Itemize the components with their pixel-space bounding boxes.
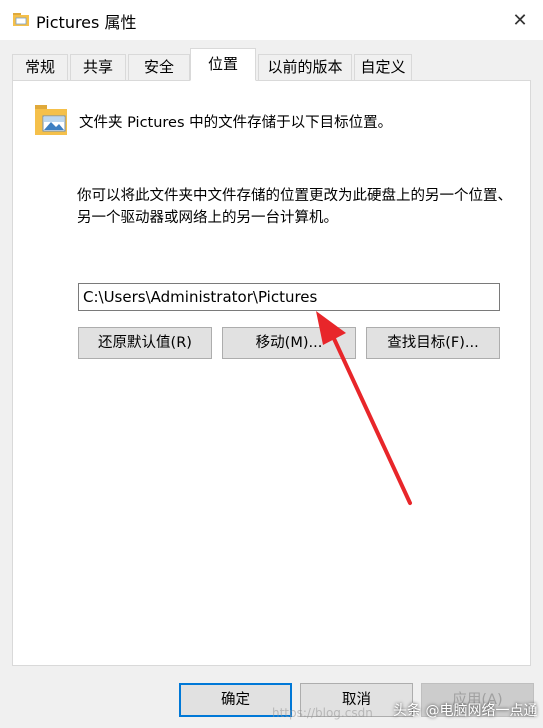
restore-default-button[interactable]: 还原默认值(R) xyxy=(78,327,212,359)
tab-previous-versions[interactable]: 以前的版本 xyxy=(258,54,352,80)
tab-security[interactable]: 安全 xyxy=(128,54,190,80)
watermark-label: 头条 @电脑网络一点通 xyxy=(393,703,538,719)
close-icon: ✕ xyxy=(512,9,528,31)
tab-general[interactable]: 常规 xyxy=(12,54,68,80)
move-button[interactable]: 移动(M)... xyxy=(222,327,356,359)
close-button[interactable]: ✕ xyxy=(497,0,543,40)
location-heading: 文件夹 Pictures 中的文件存储于以下目标位置。 xyxy=(79,115,393,131)
find-target-button[interactable]: 查找目标(F)... xyxy=(366,327,500,359)
path-input[interactable] xyxy=(78,283,500,311)
tab-customize[interactable]: 自定义 xyxy=(354,54,412,80)
window-title: Pictures 属性 xyxy=(36,13,137,32)
tab-location[interactable]: 位置 xyxy=(190,48,256,81)
tab-sharing[interactable]: 共享 xyxy=(70,54,126,80)
folder-icon xyxy=(13,13,29,26)
pictures-folder-icon xyxy=(35,105,67,135)
location-panel: 文件夹 Pictures 中的文件存储于以下目标位置。 你可以将此文件夹中文件存… xyxy=(12,80,531,666)
location-description: 你可以将此文件夹中文件存储的位置更改为此硬盘上的另一个位置、另一个驱动器或网络上… xyxy=(77,188,512,226)
title-bar: Pictures 属性 ✕ xyxy=(0,0,543,40)
watermark-url: https://blog.csdn xyxy=(272,706,373,720)
tab-bar: 常规 共享 安全 位置 以前的版本 自定义 xyxy=(12,48,532,81)
